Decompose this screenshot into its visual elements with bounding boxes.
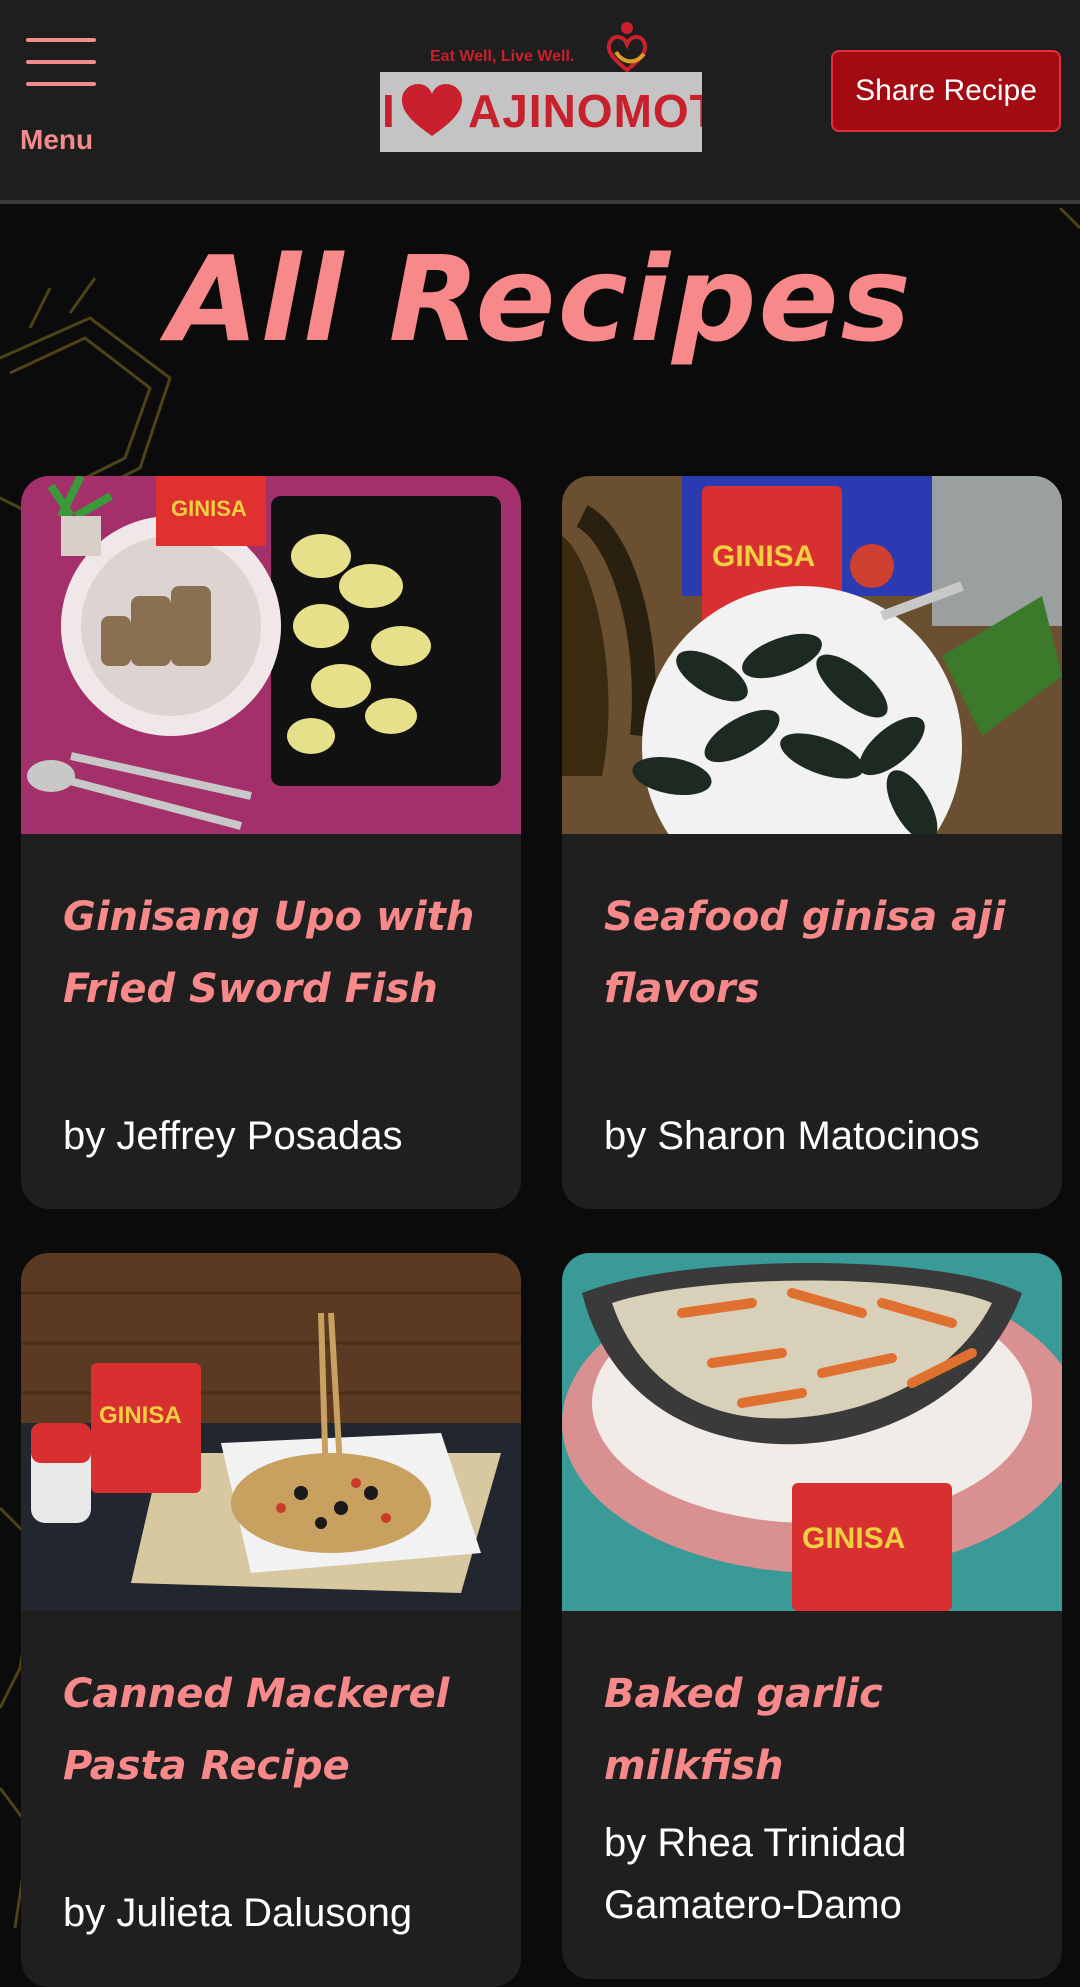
recipe-photo[interactable]: GINISA: [21, 1253, 521, 1611]
recipe-author: by Rhea Trinidad Gamatero-Damo: [604, 1821, 907, 1927]
recipe-card[interactable]: GINISA Canned Mackerel Pasta Recipe by J…: [21, 1253, 521, 1987]
logo-tagline: Eat Well, Live Well.: [430, 48, 575, 65]
recipe-photo[interactable]: GINISA: [562, 476, 1062, 834]
recipe-author: by Jeffrey Posadas: [63, 1114, 403, 1158]
heart-person-icon: [606, 22, 648, 73]
logo-brand-box: I AJINOMOTO®: [380, 72, 702, 152]
share-recipe-button[interactable]: Share Recipe: [831, 50, 1061, 132]
svg-text:GINISA: GINISA: [171, 496, 247, 521]
recipe-title[interactable]: Baked garlic milkfish: [604, 1658, 1034, 1802]
logo-brand-name: AJINOMOTO®: [468, 85, 702, 137]
ajinomoto-logo[interactable]: Eat Well, Live Well. I AJINOMOTO®: [380, 22, 702, 154]
logo-prefix: I: [382, 85, 395, 137]
recipe-title[interactable]: Ginisang Upo with Fried Sword Fish: [63, 881, 493, 1025]
recipe-author: by Julieta Dalusong: [63, 1891, 413, 1935]
recipe-title[interactable]: Seafood ginisa aji flavors: [604, 881, 1034, 1025]
menu-label: Menu: [20, 124, 94, 155]
svg-text:GINISA: GINISA: [712, 540, 815, 573]
heart-icon: [402, 84, 462, 136]
recipe-photo[interactable]: GINISA: [562, 1253, 1062, 1611]
recipe-card[interactable]: GINISA Ginisang Upo with Fried Sword Fis…: [21, 476, 521, 1209]
svg-text:GINISA: GINISA: [802, 1522, 905, 1555]
top-navigation-bar: Menu Eat Well, Live Well. I AJINOMOTO® S…: [0, 0, 1080, 204]
page-title: All Recipes: [167, 230, 913, 368]
svg-text:GINISA: GINISA: [99, 1402, 182, 1429]
recipe-photo[interactable]: GINISA: [21, 476, 521, 834]
menu-button[interactable]: Menu: [20, 34, 130, 164]
recipe-card[interactable]: GINISA Seafood ginisa aji flavors by Sha…: [562, 476, 1062, 1209]
recipe-author: by Sharon Matocinos: [604, 1114, 980, 1158]
recipe-title[interactable]: Canned Mackerel Pasta Recipe: [63, 1658, 493, 1802]
hamburger-menu-icon[interactable]: [26, 34, 96, 86]
recipe-card[interactable]: GINISA Baked garlic milkfish by Rhea Tri…: [562, 1253, 1062, 1979]
